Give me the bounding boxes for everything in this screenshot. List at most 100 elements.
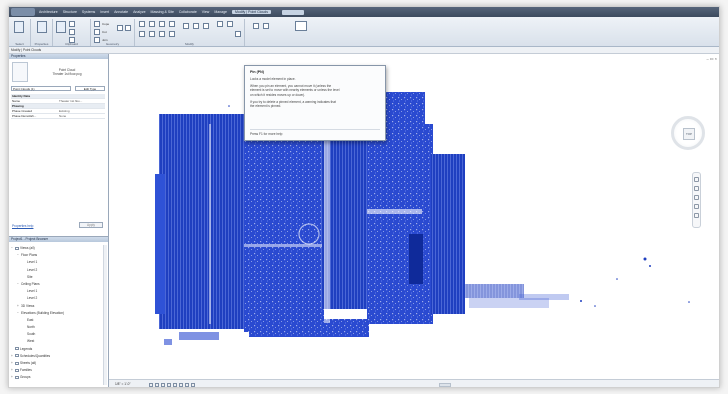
modify-arrow-icon[interactable] xyxy=(14,21,24,33)
cope-icon[interactable] xyxy=(94,21,100,27)
paint-icon[interactable] xyxy=(125,25,131,31)
tab-structure[interactable]: Structure xyxy=(63,10,77,14)
browser-tree-item[interactable]: East xyxy=(11,317,107,324)
browser-tree-item[interactable]: − Ceiling Plans xyxy=(11,281,107,288)
tab-collaborate[interactable]: Collaborate xyxy=(179,10,197,14)
split-icon[interactable] xyxy=(183,23,189,29)
type-name: Point Cloud Theater 1st floor.pcg xyxy=(37,68,97,76)
edit-type-button[interactable]: Edit Type xyxy=(75,86,105,91)
cut-geometry-label[interactable]: Cut xyxy=(102,30,107,34)
tree-item-label: Level 1 xyxy=(27,260,38,265)
browser-tree-item[interactable]: Level 1 xyxy=(11,288,107,295)
align-icon[interactable] xyxy=(139,21,145,27)
tab-systems[interactable]: Systems xyxy=(82,10,95,14)
type-file-name: Theater 1st floor.pcg xyxy=(52,72,82,76)
browser-tree-item[interactable]: Site xyxy=(11,274,107,281)
viewcube-face[interactable]: TOP xyxy=(683,128,695,140)
browser-tree-item[interactable]: North xyxy=(11,324,107,331)
tree-item-label: South xyxy=(27,332,36,337)
browser-tree-item[interactable]: + Families xyxy=(11,367,107,374)
browser-tree-item[interactable]: Legends xyxy=(11,346,107,353)
left-panels: Properties Point Cloud Theater 1st floor… xyxy=(9,54,109,387)
folder-icon xyxy=(15,361,19,365)
reveal-hidden-icon[interactable] xyxy=(191,383,195,387)
view-scale[interactable]: 1/8" = 1'-0" xyxy=(115,382,131,386)
browser-tree-item[interactable]: +3D Views xyxy=(11,303,107,310)
visual-style-icon[interactable] xyxy=(155,383,159,387)
temporary-hide-icon[interactable] xyxy=(185,383,189,387)
create-group-icon[interactable] xyxy=(295,21,307,31)
navbar-menu-icon[interactable] xyxy=(694,213,699,218)
mirror-pick-axis-icon[interactable] xyxy=(159,21,165,27)
trim-extend-icon[interactable] xyxy=(169,31,175,37)
tab-architecture[interactable]: Architecture xyxy=(39,10,58,14)
properties-header: Properties xyxy=(9,54,108,59)
split-face-icon[interactable] xyxy=(117,25,123,31)
properties-palette: Properties Point Cloud Theater 1st floor… xyxy=(9,54,108,231)
mirror-draw-axis-icon[interactable] xyxy=(169,21,175,27)
pin-icon[interactable] xyxy=(217,21,223,27)
browser-tree-item[interactable]: Level 2 xyxy=(11,295,107,302)
instance-filter-dropdown[interactable]: Point Clouds (1) xyxy=(11,86,71,91)
browser-tree-item[interactable]: − Elevations (Building Elevation) xyxy=(11,310,107,317)
horizontal-scrollbar[interactable] xyxy=(439,383,451,387)
properties-help-link[interactable]: Properties help xyxy=(12,224,33,228)
hide-icon[interactable] xyxy=(253,23,259,29)
tab-massing-site[interactable]: Massing & Site xyxy=(151,10,174,14)
scale-icon[interactable] xyxy=(203,23,209,29)
property-row-phase-demolished[interactable]: Phase Demolish... None xyxy=(11,114,105,119)
folder-icon xyxy=(15,347,19,351)
browser-tree-item[interactable]: West xyxy=(11,338,107,345)
ribbon-toggle-button[interactable] xyxy=(282,9,304,15)
property-value[interactable]: None xyxy=(59,114,66,119)
project-browser-scrollbar[interactable] xyxy=(103,245,107,385)
offset-icon[interactable] xyxy=(149,21,155,27)
delete-icon[interactable] xyxy=(235,31,241,37)
cut-geometry-icon[interactable] xyxy=(94,29,100,35)
application-menu-button[interactable] xyxy=(11,8,35,16)
browser-tree-item[interactable]: − Floor Plans xyxy=(11,252,107,259)
tab-analyze[interactable]: Analyze xyxy=(133,10,145,14)
browser-tree-item[interactable]: + Groups xyxy=(11,374,107,381)
type-preview-icon xyxy=(12,62,28,82)
array-icon[interactable] xyxy=(193,23,199,29)
tree-item-label: North xyxy=(27,325,35,330)
tab-manage[interactable]: Manage xyxy=(214,10,227,14)
crop-view-icon[interactable] xyxy=(173,383,177,387)
override-graphics-icon[interactable] xyxy=(263,23,269,29)
steering-wheel-icon[interactable] xyxy=(694,177,699,182)
drawing-canvas[interactable]: – ▭ × TOP xyxy=(109,54,719,379)
copy-element-icon[interactable] xyxy=(149,31,155,37)
revit-window: Architecture Structure Systems Insert An… xyxy=(8,6,720,388)
rotate-icon[interactable] xyxy=(159,31,165,37)
show-crop-icon[interactable] xyxy=(179,383,183,387)
folder-icon xyxy=(15,368,19,372)
cut-icon[interactable] xyxy=(69,21,75,27)
browser-tree-item[interactable]: − Views (all) xyxy=(11,245,107,252)
paste-icon[interactable] xyxy=(56,21,66,33)
tab-view[interactable]: View xyxy=(202,10,210,14)
zoom-icon[interactable] xyxy=(694,186,699,191)
detail-level-icon[interactable] xyxy=(149,383,153,387)
viewcube[interactable]: TOP xyxy=(671,116,705,150)
shadows-icon[interactable] xyxy=(167,383,171,387)
tree-item-label: Floor Plans xyxy=(21,253,38,258)
copy-icon[interactable] xyxy=(69,29,75,35)
browser-tree-item[interactable]: Level 1 xyxy=(11,259,107,266)
unpin-icon[interactable] xyxy=(227,21,233,27)
orbit-icon[interactable] xyxy=(694,204,699,209)
browser-tree-item[interactable]: South xyxy=(11,331,107,338)
browser-tree-item[interactable]: Level 2 xyxy=(11,267,107,274)
browser-tree-item[interactable]: + Schedules/Quantities xyxy=(11,353,107,360)
tree-item-label: Level 2 xyxy=(27,267,38,272)
tab-annotate[interactable]: Annotate xyxy=(114,10,128,14)
apply-button[interactable]: Apply xyxy=(79,222,103,228)
sun-path-icon[interactable] xyxy=(161,383,165,387)
browser-tree-item[interactable]: + Sheets (all) xyxy=(11,360,107,367)
tab-insert[interactable]: Insert xyxy=(100,10,109,14)
pan-icon[interactable] xyxy=(694,195,699,200)
move-icon[interactable] xyxy=(139,31,145,37)
tab-modify-point-clouds[interactable]: Modify | Point Clouds xyxy=(231,10,271,14)
properties-icon[interactable] xyxy=(37,21,47,33)
cope-label[interactable]: Cope xyxy=(102,22,109,26)
